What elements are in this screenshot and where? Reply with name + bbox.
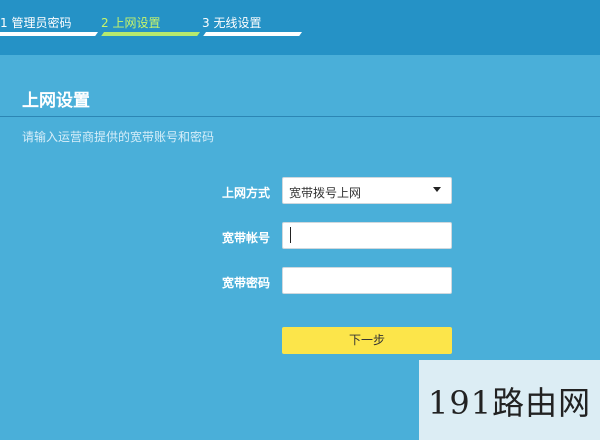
step-wireless-settings[interactable]: 3 无线设置 xyxy=(202,14,261,31)
connection-type-select[interactable]: 宽带拨号上网 xyxy=(282,177,452,204)
next-button[interactable]: 下一步 xyxy=(282,327,452,354)
title-divider xyxy=(0,116,600,117)
text-cursor xyxy=(290,227,291,243)
step-bar: 1 管理员密码 2 上网设置 3 无线设置 xyxy=(0,0,600,55)
step-admin-password-underline xyxy=(0,32,98,36)
connection-type-value: 宽带拨号上网 xyxy=(289,186,362,200)
password-input[interactable] xyxy=(282,267,452,294)
account-input[interactable] xyxy=(282,222,452,249)
dropdown-arrow-icon xyxy=(433,187,441,192)
step-internet-settings-underline xyxy=(101,32,200,36)
step-internet-settings[interactable]: 2 上网设置 xyxy=(101,14,160,31)
password-label: 宽带密码 xyxy=(221,276,270,290)
step-admin-password[interactable]: 1 管理员密码 xyxy=(0,14,71,31)
step-wireless-settings-underline xyxy=(203,32,302,36)
connection-type-label: 上网方式 xyxy=(221,186,270,200)
instruction-text: 请输入运营商提供的宽带账号和密码 xyxy=(22,130,215,144)
account-label: 宽带帐号 xyxy=(221,231,270,245)
watermark-text: 191路由网 xyxy=(428,384,592,422)
page-title: 上网设置 xyxy=(22,91,90,111)
